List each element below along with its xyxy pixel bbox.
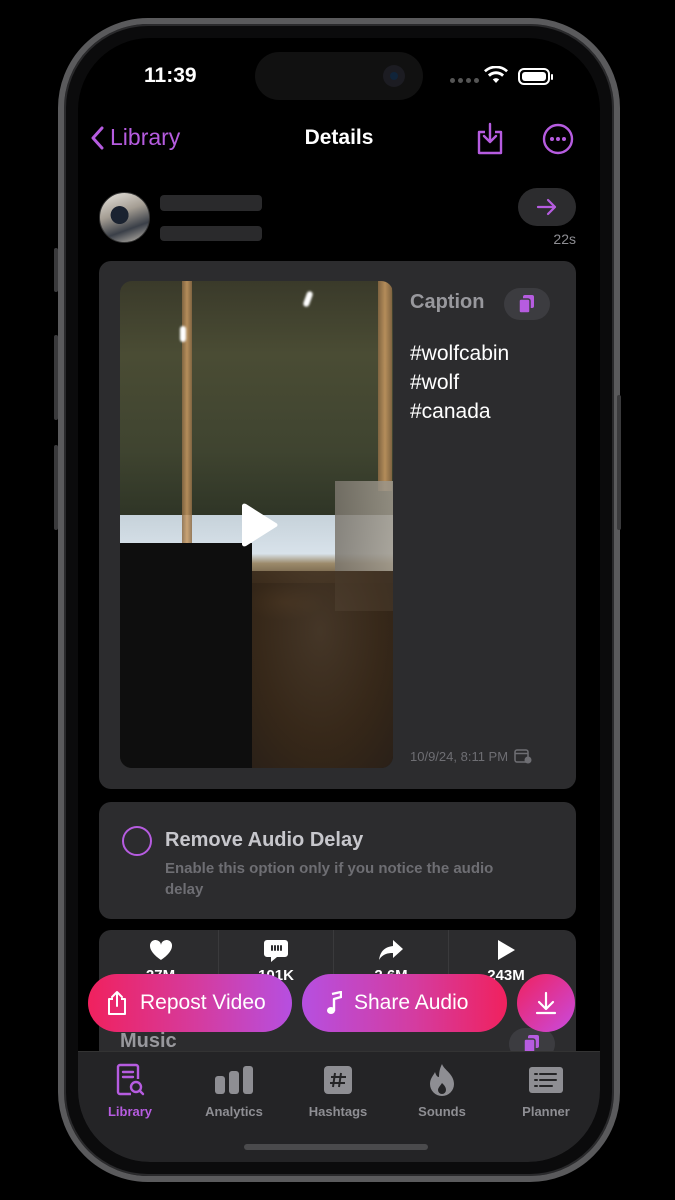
chevron-left-icon (91, 126, 104, 149)
repost-video-label: Repost Video (140, 991, 266, 1014)
date-text: 10/9/24, 8:11 PM (410, 749, 509, 764)
home-indicator[interactable] (244, 1144, 428, 1150)
remove-audio-delay-toggle[interactable]: Remove Audio Delay Enable this option on… (99, 802, 576, 919)
power-button (617, 395, 621, 530)
tab-hashtags[interactable]: Hashtags (286, 1062, 390, 1119)
bar-chart-icon (215, 1066, 253, 1094)
download-tray-icon (477, 122, 503, 155)
play-count-icon (498, 940, 515, 960)
ellipsis-circle-icon (542, 123, 574, 155)
video-thumbnail[interactable] (120, 281, 393, 768)
avatar[interactable] (99, 192, 150, 243)
dynamic-island (255, 52, 423, 100)
flame-icon (430, 1064, 454, 1096)
share-arrow-icon (379, 940, 403, 960)
tab-label: Library (107, 1104, 153, 1119)
repost-video-button[interactable]: Repost Video (88, 974, 292, 1032)
tab-sounds[interactable]: Sounds (390, 1062, 494, 1119)
volume-down-button (54, 445, 58, 530)
caption-text: #wolfcabin #wolf #canada (410, 339, 509, 426)
tab-label: Hashtags (308, 1104, 368, 1119)
post-age: 22s (553, 231, 576, 247)
caption-hashtag: #canada (410, 400, 491, 423)
calendar-clock-icon (514, 749, 532, 764)
mute-switch (54, 248, 58, 292)
status-time: 11:39 (144, 64, 197, 87)
play-icon (242, 503, 278, 547)
share-upload-icon (108, 991, 126, 1015)
more-options-button[interactable] (542, 123, 574, 160)
caption-label: Caption (410, 291, 485, 313)
tab-label: Sounds (418, 1104, 466, 1119)
share-audio-button[interactable]: Share Audio (302, 974, 507, 1032)
library-icon (116, 1063, 145, 1096)
tab-library[interactable]: Library (78, 1062, 182, 1119)
tab-planner[interactable]: Planner (494, 1062, 598, 1119)
copy-icon (518, 295, 534, 314)
copy-caption-button[interactable] (504, 288, 550, 320)
open-post-button[interactable] (518, 188, 576, 226)
hashtag-icon (324, 1066, 352, 1094)
tab-label: Planner (522, 1104, 570, 1119)
music-note-icon (327, 991, 342, 1014)
comment-icon (264, 940, 288, 962)
username-placeholder (160, 195, 262, 211)
video-date: 10/9/24, 8:11 PM (410, 749, 532, 764)
audio-delay-description: Enable this option only if you notice th… (165, 860, 494, 898)
cellular-signal-icon (450, 78, 479, 83)
tab-analytics[interactable]: Analytics (182, 1062, 286, 1119)
download-icon (535, 991, 557, 1015)
handle-placeholder (160, 226, 262, 241)
list-icon (529, 1067, 563, 1093)
caption-hashtag: #wolf (410, 371, 460, 394)
wifi-icon (484, 66, 508, 83)
download-button[interactable] (517, 974, 575, 1032)
camera-icon (383, 65, 405, 87)
audio-delay-title: Remove Audio Delay (165, 829, 364, 851)
back-label: Library (110, 124, 181, 150)
battery-icon (518, 68, 553, 85)
music-label: Music (120, 1030, 177, 1052)
volume-up-button (54, 335, 58, 420)
arrow-right-icon (536, 198, 557, 216)
tab-label: Analytics (205, 1104, 263, 1119)
heart-icon (149, 939, 172, 960)
caption-hashtag: #wolfcabin (410, 342, 510, 365)
radio-button[interactable] (122, 826, 152, 856)
share-audio-label: Share Audio (354, 991, 469, 1014)
video-card: Caption #wolfcabin #wolf #canada 10/9/24… (99, 261, 576, 789)
save-to-device-button[interactable] (475, 122, 505, 161)
back-button[interactable]: Library (90, 124, 180, 151)
screen: 11:39 Library Details 22s Caption #wolfc… (78, 38, 600, 1162)
